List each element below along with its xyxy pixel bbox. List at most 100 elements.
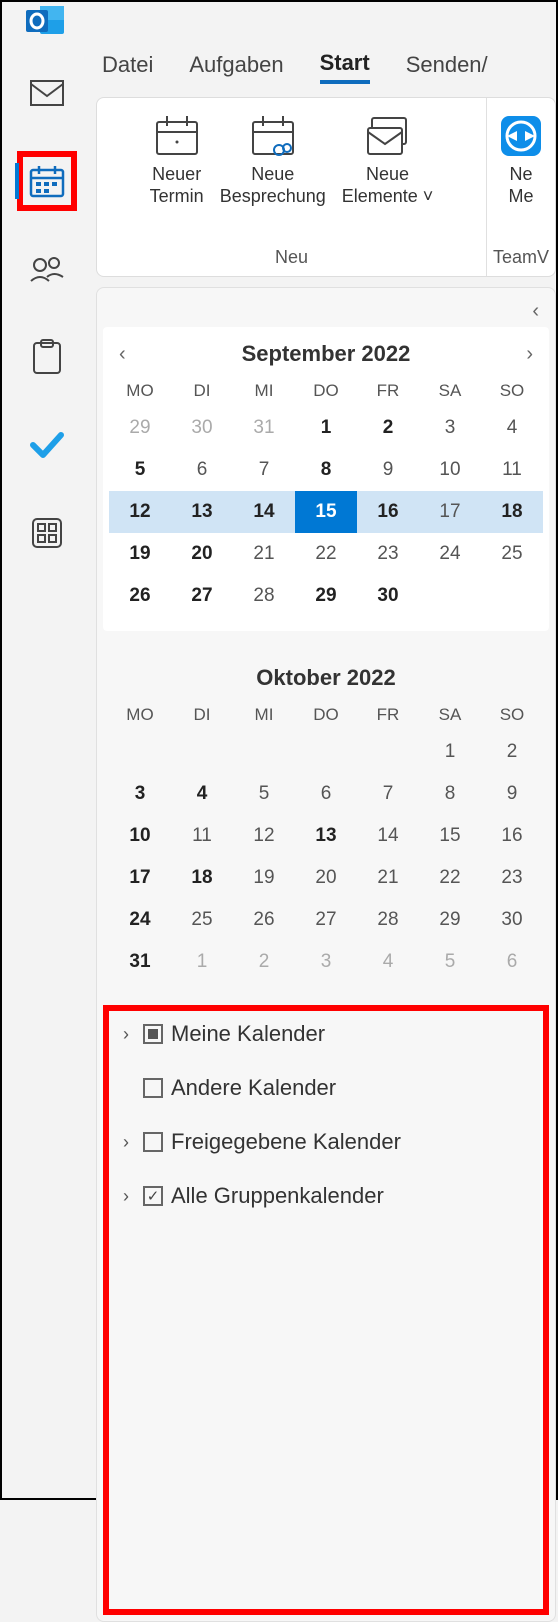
calendar-day[interactable]: 24 (419, 533, 481, 575)
calendar-day[interactable]: 21 (233, 533, 295, 575)
calendar-day[interactable]: 23 (481, 857, 543, 899)
calendar-day[interactable]: 1 (295, 407, 357, 449)
calendar-day[interactable]: 26 (109, 575, 171, 617)
calendar-day[interactable]: 15 (295, 491, 357, 533)
calendar-day[interactable]: 3 (295, 941, 357, 983)
calendar-day[interactable]: 26 (233, 899, 295, 941)
calendar-day[interactable]: 8 (295, 449, 357, 491)
calendar-day[interactable]: 13 (171, 491, 233, 533)
calendar-day[interactable]: 20 (171, 533, 233, 575)
calendar-day[interactable]: 12 (233, 815, 295, 857)
checkbox-checked-icon[interactable] (143, 1186, 163, 1206)
calendar-day[interactable]: 1 (419, 731, 481, 773)
calendar-day[interactable]: 21 (357, 857, 419, 899)
checkbox-empty-icon[interactable] (143, 1132, 163, 1152)
calendar-day[interactable]: 10 (109, 815, 171, 857)
dow-label: SO (481, 375, 543, 407)
tab-file[interactable]: Datei (102, 52, 153, 82)
calendar-day[interactable]: 14 (357, 815, 419, 857)
calendar-day[interactable]: 5 (419, 941, 481, 983)
calendar-day[interactable]: 15 (419, 815, 481, 857)
calendar-day[interactable]: 2 (233, 941, 295, 983)
calendar-day[interactable]: 2 (481, 731, 543, 773)
new-appointment-button[interactable]: NeuerTermin (142, 106, 212, 245)
nav-calendar[interactable] (17, 151, 77, 211)
calendar-day[interactable]: 9 (357, 449, 419, 491)
new-meeting-button[interactable]: NeueBesprechung (212, 106, 334, 245)
collapse-panel-icon[interactable]: ‹ (532, 300, 539, 323)
calendar-day[interactable]: 1 (171, 941, 233, 983)
calendar-day[interactable]: 10 (419, 449, 481, 491)
nav-people[interactable] (17, 239, 77, 299)
calendar-day[interactable]: 2 (357, 407, 419, 449)
calendar-day[interactable]: 3 (109, 773, 171, 815)
label: Andere Kalender (171, 1075, 336, 1101)
nav-tasks[interactable] (17, 327, 77, 387)
calendar-day[interactable]: 20 (295, 857, 357, 899)
calendar-day[interactable]: 4 (171, 773, 233, 815)
calendar-group-other[interactable]: Andere Kalender (113, 1075, 539, 1101)
calendar-day[interactable]: 27 (171, 575, 233, 617)
tab-send[interactable]: Senden/ (406, 52, 488, 82)
calendar-day[interactable]: 4 (357, 941, 419, 983)
calendar-group-all-groups[interactable]: › Alle Gruppenkalender (113, 1183, 539, 1209)
calendar-day[interactable]: 4 (481, 407, 543, 449)
calendar-group-shared[interactable]: › Freigegebene Kalender (113, 1129, 539, 1155)
calendar-day[interactable]: 29 (109, 407, 171, 449)
checkbox-empty-icon[interactable] (143, 1078, 163, 1098)
calendar-day[interactable]: 30 (171, 407, 233, 449)
checkbox-partial-icon[interactable] (143, 1024, 163, 1044)
calendar-day[interactable]: 11 (171, 815, 233, 857)
calendar-day[interactable]: 19 (233, 857, 295, 899)
nav-mail[interactable] (17, 63, 77, 123)
calendar-day[interactable]: 7 (233, 449, 295, 491)
calendar-day[interactable]: 11 (481, 449, 543, 491)
tab-tasks[interactable]: Aufgaben (189, 52, 283, 82)
calendar-day[interactable]: 31 (233, 407, 295, 449)
calendar-day[interactable]: 6 (295, 773, 357, 815)
calendar-day[interactable]: 25 (481, 533, 543, 575)
calendar-day[interactable]: 29 (419, 899, 481, 941)
calendar-day[interactable]: 5 (109, 449, 171, 491)
calendar-day[interactable]: 14 (233, 491, 295, 533)
calendar-day[interactable]: 13 (295, 815, 357, 857)
calendar-day[interactable]: 24 (109, 899, 171, 941)
calendar-day[interactable]: 30 (481, 899, 543, 941)
calendar-day[interactable]: 31 (109, 941, 171, 983)
dow-label: MO (109, 375, 171, 407)
calendar-day[interactable]: 3 (419, 407, 481, 449)
calendar-day[interactable]: 6 (481, 941, 543, 983)
calendar-day[interactable]: 6 (171, 449, 233, 491)
calendar-day[interactable]: 18 (481, 491, 543, 533)
prev-month-button[interactable]: ‹ (119, 343, 126, 366)
calendar-day[interactable]: 17 (109, 857, 171, 899)
calendar-day[interactable]: 23 (357, 533, 419, 575)
calendar-day[interactable]: 18 (171, 857, 233, 899)
calendar-day[interactable]: 12 (109, 491, 171, 533)
dow-label: SO (481, 699, 543, 731)
calendar-day[interactable]: 5 (233, 773, 295, 815)
calendar-day[interactable]: 30 (357, 575, 419, 617)
calendar-day[interactable]: 22 (295, 533, 357, 575)
next-month-button[interactable]: › (526, 343, 533, 366)
calendar-day[interactable]: 16 (481, 815, 543, 857)
calendar-day[interactable]: 28 (233, 575, 295, 617)
calendar-day[interactable]: 27 (295, 899, 357, 941)
calendar-day[interactable]: 25 (171, 899, 233, 941)
calendar-day[interactable]: 29 (295, 575, 357, 617)
tab-start[interactable]: Start (320, 50, 370, 84)
teamviewer-button[interactable]: NeMe (491, 106, 551, 245)
calendar-day[interactable]: 7 (357, 773, 419, 815)
calendar-day[interactable]: 8 (419, 773, 481, 815)
calendar-day[interactable]: 9 (481, 773, 543, 815)
nav-todo[interactable] (17, 415, 77, 475)
nav-more[interactable] (17, 503, 77, 563)
calendar-day[interactable]: 28 (357, 899, 419, 941)
calendar-group-mine[interactable]: › Meine Kalender (113, 1021, 539, 1047)
calendar-day[interactable]: 17 (419, 491, 481, 533)
new-items-button[interactable]: NeueElemente ˅ (334, 106, 442, 245)
calendar-day[interactable]: 22 (419, 857, 481, 899)
people-icon (29, 255, 65, 283)
calendar-day[interactable]: 19 (109, 533, 171, 575)
calendar-day[interactable]: 16 (357, 491, 419, 533)
